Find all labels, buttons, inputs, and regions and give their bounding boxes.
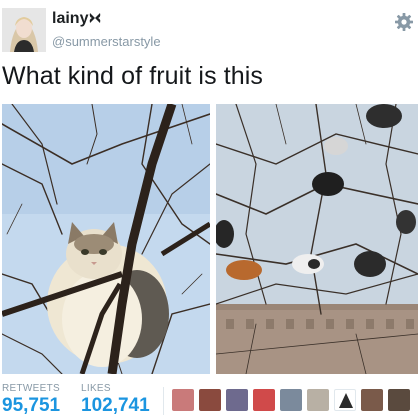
author-display-name[interactable]: lainy (52, 10, 88, 27)
author-name[interactable]: lainy (52, 10, 101, 28)
likes-count[interactable]: 102,741 (81, 395, 150, 417)
retweets-count[interactable]: 95,751 (2, 395, 60, 417)
liker-avatar[interactable] (307, 389, 329, 411)
liker-avatar[interactable] (226, 389, 248, 411)
liker-avatar[interactable] (253, 389, 275, 411)
liker-avatar[interactable] (199, 389, 221, 411)
liker-avatar[interactable] (172, 389, 194, 411)
photo-cats-in-tree[interactable] (216, 104, 418, 374)
avatar[interactable] (2, 8, 46, 52)
liker-avatar[interactable] (334, 389, 356, 411)
photo-cat-in-tree[interactable] (2, 104, 210, 374)
liker-avatar[interactable] (388, 389, 410, 411)
likes-label: LIKES (81, 383, 111, 394)
tweet-stats: RETWEETS 95,751 LIKES 102,741 (0, 383, 420, 420)
stats-divider (163, 387, 164, 415)
butterfly-icon (90, 13, 101, 23)
liker-avatar[interactable] (280, 389, 302, 411)
tweet-text: What kind of fruit is this (2, 62, 264, 90)
liker-avatar[interactable] (361, 389, 383, 411)
author-handle[interactable]: @summerstarstyle (52, 34, 161, 49)
retweets-label: RETWEETS (2, 383, 60, 394)
gear-icon[interactable] (394, 12, 414, 32)
